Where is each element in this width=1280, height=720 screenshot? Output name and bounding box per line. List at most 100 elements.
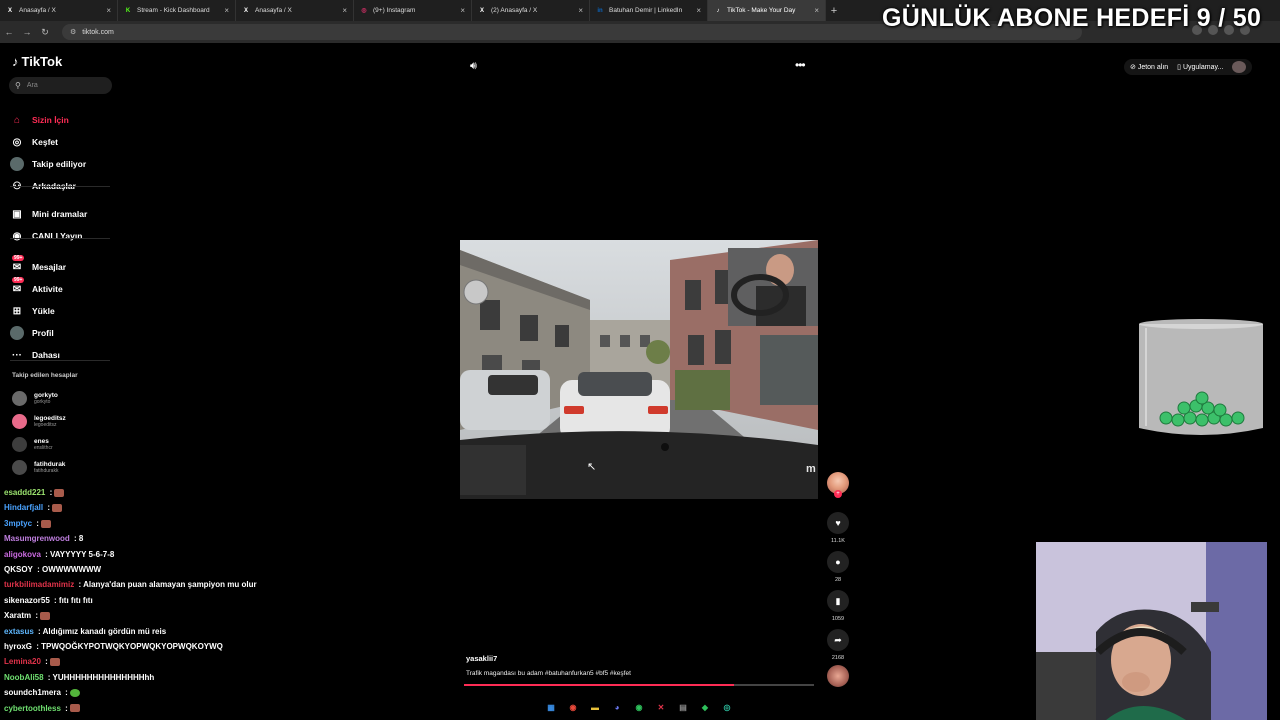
chat-emote-icon xyxy=(52,504,63,513)
reload-icon[interactable]: ↻ xyxy=(36,27,54,38)
following-account[interactable]: enes enslithcr xyxy=(12,434,112,454)
webcam-image xyxy=(1036,542,1267,720)
video-author[interactable]: yasaklii7 xyxy=(466,654,497,663)
top-right-actions: ⊘ Jeton alın ▯ Uygulamay... xyxy=(1124,59,1253,75)
spotify-icon[interactable]: ◉ xyxy=(632,700,646,714)
chat-emote-icon xyxy=(70,689,81,698)
browser-tab-label: (2) Anasayfa / X xyxy=(491,7,538,14)
chat-username: esaddd221 xyxy=(4,488,46,497)
new-tab-icon[interactable]: + xyxy=(826,5,842,17)
browser-tab[interactable]: K Stream - Kick Dashboard × xyxy=(118,0,236,21)
share-icon[interactable]: ➦ xyxy=(827,629,849,651)
share-action[interactable]: ➦ 2168 xyxy=(826,629,850,661)
comment-icon[interactable]: ● xyxy=(827,551,849,573)
chat-separator: : xyxy=(42,549,51,559)
comment-action[interactable]: ● 28 xyxy=(826,551,850,583)
get-coins-label: Jeton alın xyxy=(1137,64,1169,71)
tab-close-icon[interactable]: × xyxy=(578,6,583,15)
sidebar-item-label: CANLI Yayın xyxy=(32,231,83,241)
creator-avatar[interactable]: + xyxy=(827,472,849,498)
activity-icon: ✉ 99+ xyxy=(12,277,25,295)
url-text: tiktok.com xyxy=(82,28,114,36)
chat-text: Aldığımız kanadı gördün mü reis xyxy=(42,626,167,636)
following-account[interactable]: fatihdurak fatihdurakk xyxy=(12,457,112,477)
tab-close-icon[interactable]: × xyxy=(460,6,465,15)
sidebar-item[interactable]: ▣ Mini dramalar xyxy=(10,205,120,223)
browser-tab[interactable]: ◎ (9+) Instagram × xyxy=(354,0,472,21)
follower-jar-overlay xyxy=(1138,318,1264,438)
instagram-icon: ◎ xyxy=(361,8,367,14)
get-app-button[interactable]: ▯ Uygulamay... xyxy=(1177,63,1223,71)
chrome-icon[interactable]: ◉ xyxy=(566,700,580,714)
browser-tab[interactable]: in Batuhan Demir | LinkedIn × xyxy=(590,0,708,21)
profile-avatar-icon xyxy=(10,326,24,340)
sidebar-divider xyxy=(10,360,110,361)
account-avatar xyxy=(12,459,27,475)
chat-emote-icon xyxy=(50,658,61,667)
windows-start-icon[interactable]: ▦ xyxy=(544,700,558,714)
chat-message: esaddd221 : xyxy=(4,488,65,497)
back-icon[interactable]: ← xyxy=(0,27,18,37)
file-explorer-icon[interactable]: ▬ xyxy=(588,700,602,714)
sidebar-item[interactable]: ⊞ Yükle xyxy=(10,302,120,320)
sidebar-item[interactable]: ··· Dahası xyxy=(10,346,120,364)
sidebar-item[interactable]: ◉ CANLI Yayın xyxy=(10,227,120,245)
volume-icon[interactable]: 🔊︎ xyxy=(470,60,477,73)
sidebar-item[interactable]: ◎ Keşfet xyxy=(10,133,120,151)
sidebar-item[interactable]: Profil xyxy=(10,324,120,342)
sidebar-item[interactable]: ⌂ Sizin İçin xyxy=(10,111,120,129)
mouse-cursor-icon: ↖ xyxy=(587,461,597,473)
chat-separator: : xyxy=(62,688,71,698)
user-avatar[interactable] xyxy=(1232,61,1247,73)
video-progress-bar[interactable] xyxy=(464,684,814,686)
music-disc-icon[interactable] xyxy=(827,665,849,687)
tab-close-icon[interactable]: × xyxy=(224,6,229,15)
bookmark-icon[interactable]: ▮ xyxy=(827,590,849,612)
save-action[interactable]: ▮ 1059 xyxy=(826,590,850,622)
sidebar-item-label: Keşfet xyxy=(32,137,58,147)
tiktok-icon: ♪ xyxy=(716,7,720,14)
sidebar-item[interactable]: ✉ 99+ Aktivite xyxy=(10,277,120,298)
browser-tab-label: Anasayfa / X xyxy=(255,7,292,14)
chat-text: VAYYYYY 5-6-7-8 xyxy=(50,549,115,559)
chat-text: Alanya'dan puan alamayan şampiyon mu olu… xyxy=(83,580,257,590)
tab-close-icon[interactable]: × xyxy=(696,6,701,15)
sidebar-item-label: Dahası xyxy=(32,350,60,360)
tiktok-logo[interactable]: ♪ TikTok xyxy=(12,54,62,69)
chat-username: QKSOY xyxy=(4,565,33,574)
search-input[interactable]: ⚲ Ara xyxy=(9,77,112,94)
chat-separator: : xyxy=(35,626,43,636)
get-coins-button[interactable]: ⊘ Jeton alın xyxy=(1130,63,1168,71)
tab-close-icon[interactable]: × xyxy=(106,6,111,15)
account-name: fatihdurak xyxy=(34,460,66,468)
chat-username: NoobAli58 xyxy=(4,672,44,682)
calculator-icon[interactable]: ▤ xyxy=(676,700,690,714)
discord-icon[interactable]: ◕ xyxy=(610,700,624,714)
forward-icon[interactable]: → xyxy=(18,27,36,37)
follow-plus-icon[interactable]: + xyxy=(834,490,842,498)
sidebar-item[interactable]: Takip ediliyor xyxy=(10,155,120,173)
browser-tab[interactable]: X (2) Anasayfa / X × xyxy=(472,0,590,21)
account-handle: fatihdurakk xyxy=(34,467,59,474)
browser-tab[interactable]: X Anasayfa / X × xyxy=(0,0,118,21)
chat-message: Hindarfjall : xyxy=(4,503,63,513)
browser-tab-label: Stream - Kick Dashboard xyxy=(137,7,210,14)
video-player[interactable]: m xyxy=(460,240,818,499)
account-name: enes xyxy=(34,437,49,445)
tab-close-icon[interactable]: × xyxy=(342,6,347,15)
following-account[interactable]: legoeditsz legoeditsz xyxy=(12,411,112,431)
like-action[interactable]: ♥ 11.1K xyxy=(826,512,850,544)
x-app-icon[interactable]: ✕ xyxy=(654,700,668,714)
more-options-icon[interactable]: ••• xyxy=(795,58,806,72)
search-app-icon[interactable]: ◎ xyxy=(720,700,734,714)
game-app-icon[interactable]: ◆ xyxy=(698,700,712,714)
sidebar-item-label: Profil xyxy=(32,328,54,338)
browser-tab[interactable]: X Anasayfa / X × xyxy=(236,0,354,21)
browser-tab[interactable]: ♪ TikTok - Make Your Day × xyxy=(708,0,826,21)
following-account[interactable]: gorkyto gorkyto xyxy=(12,388,112,408)
heart-icon[interactable]: ♥ xyxy=(827,512,849,534)
account-avatar xyxy=(12,390,27,406)
site-info-icon[interactable]: ⚙ xyxy=(70,28,76,36)
tab-close-icon[interactable]: × xyxy=(814,6,819,15)
sidebar-item[interactable]: ✉ 99+ Mesajlar xyxy=(10,255,120,276)
